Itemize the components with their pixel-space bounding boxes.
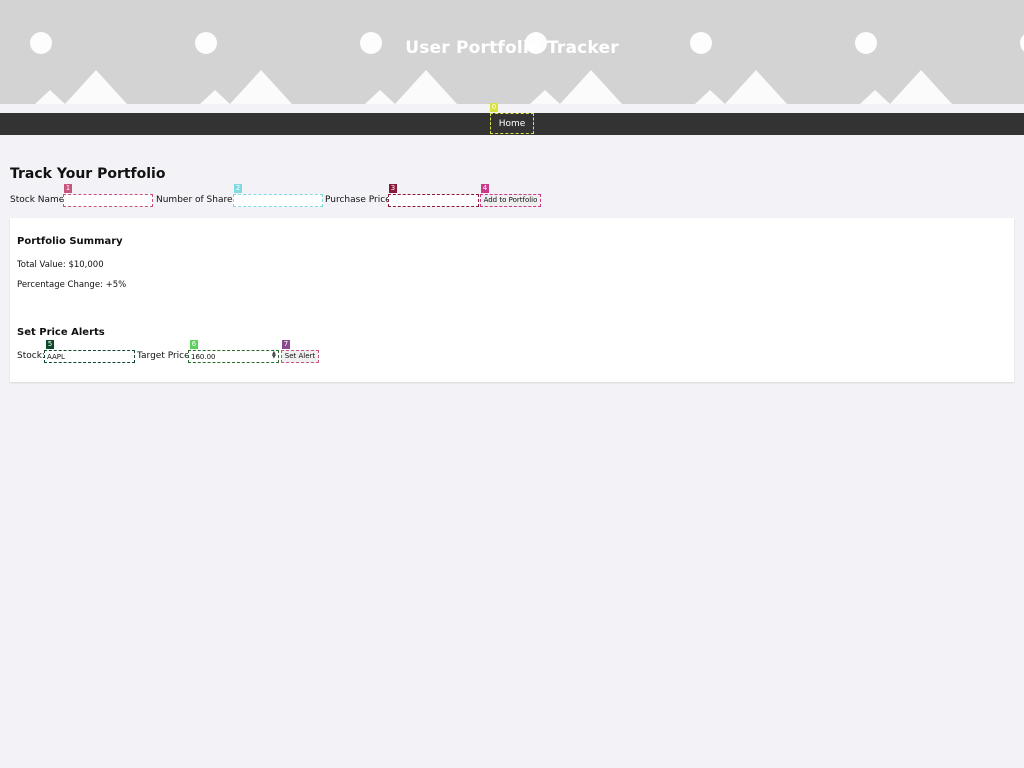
header-divider bbox=[0, 104, 1024, 113]
target-price-wrapper: ▲▼ bbox=[188, 350, 279, 363]
percentage-change-text: Percentage Change: +5% bbox=[17, 280, 127, 290]
shares-label: Number of Shares: bbox=[156, 195, 241, 205]
spinner-arrows-icon[interactable]: ▲ ▼ bbox=[272, 351, 277, 360]
track-portfolio-heading: Track Your Portfolio bbox=[10, 166, 166, 182]
alert-stock-label: Stock: bbox=[17, 351, 45, 361]
marker-6: 6 bbox=[190, 340, 198, 349]
add-to-portfolio-button[interactable]: Add to Portfolio bbox=[480, 194, 541, 207]
purchase-price-input[interactable] bbox=[388, 194, 479, 207]
marker-0: 0 bbox=[490, 103, 498, 112]
site-header: User Portfolio Tracker bbox=[0, 0, 1024, 104]
marker-5: 5 bbox=[46, 340, 54, 349]
navbar: Home bbox=[0, 113, 1024, 135]
purchase-price-label: Purchase Price: bbox=[325, 195, 394, 205]
target-price-input[interactable] bbox=[188, 350, 279, 363]
stock-name-label: Stock Name: bbox=[10, 195, 68, 205]
marker-2: 2 bbox=[234, 184, 242, 193]
portfolio-summary-heading: Portfolio Summary bbox=[17, 236, 123, 247]
marker-7: 7 bbox=[282, 340, 290, 349]
stock-name-input[interactable] bbox=[63, 194, 153, 207]
marker-3: 3 bbox=[389, 184, 397, 193]
shares-input[interactable] bbox=[233, 194, 323, 207]
marker-1: 1 bbox=[64, 184, 72, 193]
price-alerts-heading: Set Price Alerts bbox=[17, 327, 105, 338]
nav-home-link[interactable]: Home bbox=[490, 113, 534, 134]
total-value-text: Total Value: $10,000 bbox=[17, 260, 104, 270]
page-title: User Portfolio Tracker bbox=[405, 38, 619, 58]
alert-stock-input[interactable] bbox=[44, 350, 135, 363]
set-alert-button[interactable]: Set Alert bbox=[281, 350, 319, 363]
target-price-label: Target Price: bbox=[137, 351, 193, 361]
marker-4: 4 bbox=[481, 184, 489, 193]
